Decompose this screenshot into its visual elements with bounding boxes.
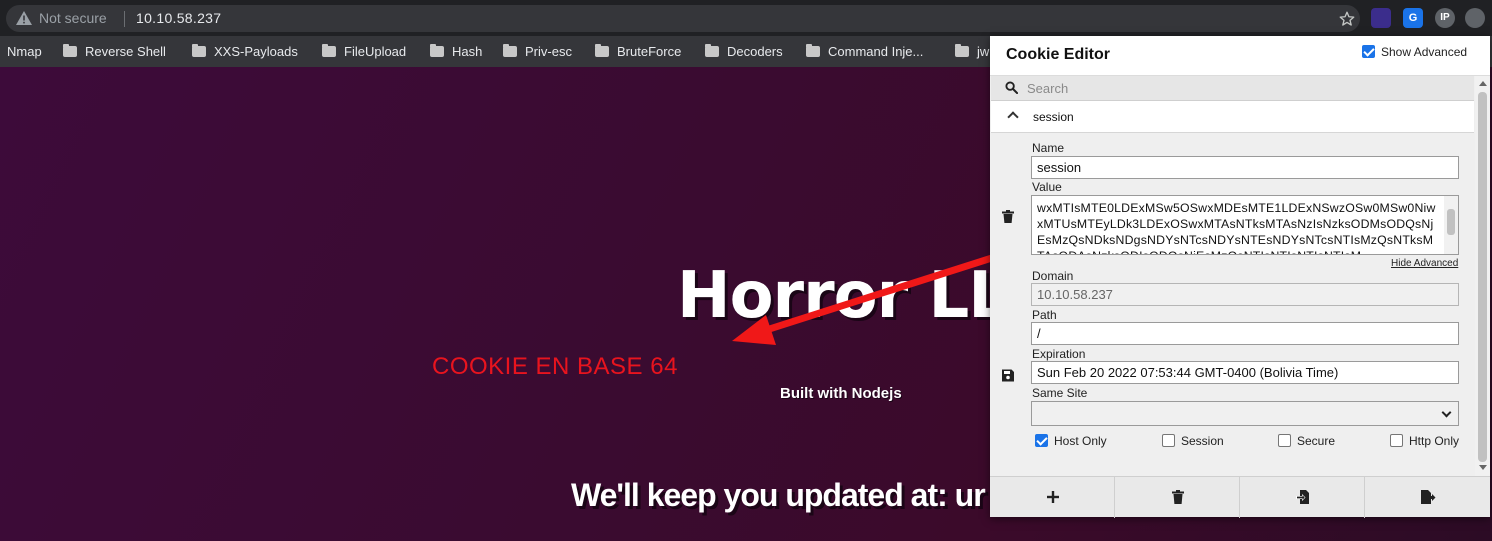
bookmark-label: Hash bbox=[452, 44, 483, 59]
translate-extension-icon[interactable]: G bbox=[1403, 8, 1423, 28]
secure-option[interactable]: Secure bbox=[1278, 434, 1335, 448]
value-scrollbar-thumb[interactable] bbox=[1447, 209, 1455, 235]
bookmark-label: Priv-esc bbox=[525, 44, 572, 59]
session-option[interactable]: Session bbox=[1162, 434, 1224, 448]
bookmark-star-icon[interactable] bbox=[1338, 10, 1356, 28]
hide-advanced-link[interactable]: Hide Advanced bbox=[1391, 258, 1458, 269]
host-only-option[interactable]: Host Only bbox=[1035, 434, 1107, 448]
bookmark-label: XXS-Payloads bbox=[214, 44, 298, 59]
folder-icon bbox=[503, 44, 517, 57]
bookmark-label: Command Inje... bbox=[828, 44, 924, 59]
domain-input[interactable]: 10.10.58.237 bbox=[1031, 283, 1459, 306]
bookmark-label: jw bbox=[977, 44, 990, 59]
bookmark-label: Nmap bbox=[7, 44, 42, 59]
bookmark-folder-decoders[interactable]: Decoders bbox=[705, 44, 783, 59]
import-button[interactable] bbox=[1240, 477, 1365, 518]
bookmark-folder-xxs-payloads[interactable]: XXS-Payloads bbox=[192, 44, 298, 59]
session-checkbox[interactable] bbox=[1162, 434, 1175, 447]
cookie-extension-icon[interactable] bbox=[1465, 8, 1485, 28]
name-input[interactable]: session bbox=[1031, 156, 1459, 179]
path-label: Path bbox=[1032, 308, 1057, 322]
bookmark-nmap[interactable]: Nmap bbox=[7, 44, 42, 59]
popup-scrollbar[interactable] bbox=[1475, 76, 1490, 476]
popup-footer bbox=[990, 476, 1490, 518]
trash-icon bbox=[1172, 490, 1184, 504]
host-only-label: Host Only bbox=[1054, 434, 1107, 448]
bookmark-folder-command-injection[interactable]: Command Inje... bbox=[806, 44, 923, 59]
same-site-select[interactable] bbox=[1031, 401, 1459, 426]
cookie-editor-popup: Cookie Editor Show Advanced session Name… bbox=[990, 36, 1490, 518]
folder-icon bbox=[192, 44, 206, 57]
folder-icon bbox=[595, 44, 609, 57]
http-only-checkbox[interactable] bbox=[1390, 434, 1403, 447]
url-separator bbox=[124, 11, 125, 27]
folder-icon bbox=[806, 44, 820, 57]
bookmark-folder-jwt[interactable]: jw bbox=[955, 44, 989, 59]
folder-icon bbox=[430, 44, 444, 57]
show-advanced-checkbox[interactable] bbox=[1362, 45, 1375, 58]
ip-extension-icon[interactable]: IP bbox=[1435, 8, 1455, 28]
bookmark-label: FileUpload bbox=[344, 44, 407, 59]
folder-icon bbox=[322, 44, 336, 57]
scroll-up-arrow-icon[interactable] bbox=[1479, 81, 1487, 86]
http-only-label: Http Only bbox=[1409, 434, 1460, 448]
domain-label: Domain bbox=[1032, 269, 1074, 283]
host-only-checkbox[interactable] bbox=[1035, 434, 1048, 447]
chevron-down-icon bbox=[1441, 407, 1452, 418]
session-label: Session bbox=[1181, 434, 1224, 448]
security-status[interactable]: Not secure bbox=[39, 10, 107, 26]
update-heading: We'll keep you updated at: ur bbox=[571, 477, 986, 513]
bookmark-label: BruteForce bbox=[617, 44, 682, 59]
file-import-icon bbox=[1296, 490, 1309, 504]
save-cookie-icon[interactable] bbox=[1002, 369, 1014, 382]
delete-cookie-icon[interactable] bbox=[1002, 210, 1014, 223]
secure-label: Secure bbox=[1297, 434, 1336, 448]
bookmark-label: Reverse Shell bbox=[85, 44, 166, 59]
value-label: Value bbox=[1032, 180, 1062, 194]
value-textarea[interactable]: wxMTIsMTE0LDExMSw5OSwxMDEsMTE1LDExNSwzOS… bbox=[1031, 195, 1459, 255]
expiration-input[interactable]: Sun Feb 20 2022 07:53:44 GMT-0400 (Boliv… bbox=[1031, 361, 1459, 384]
url-text[interactable]: 10.10.58.237 bbox=[136, 10, 221, 26]
chevron-up-icon[interactable] bbox=[1007, 111, 1019, 123]
plus-icon bbox=[1047, 491, 1059, 503]
extension-purple-icon[interactable] bbox=[1371, 8, 1391, 28]
path-input[interactable]: / bbox=[1031, 322, 1459, 345]
popup-title: Cookie Editor bbox=[1006, 46, 1111, 63]
secure-checkbox[interactable] bbox=[1278, 434, 1291, 447]
bookmark-folder-fileupload[interactable]: FileUpload bbox=[322, 44, 406, 59]
bookmark-folder-reverse-shell[interactable]: Reverse Shell bbox=[63, 44, 166, 59]
search-icon bbox=[1005, 81, 1018, 94]
bookmark-label: Decoders bbox=[727, 44, 783, 59]
cookie-header-session[interactable]: session bbox=[991, 101, 1474, 133]
search-input[interactable] bbox=[1027, 78, 1457, 98]
add-cookie-button[interactable] bbox=[990, 477, 1115, 518]
file-export-icon bbox=[1421, 490, 1436, 504]
http-only-option[interactable]: Http Only bbox=[1390, 434, 1459, 448]
delete-all-button[interactable] bbox=[1115, 477, 1240, 518]
search-bar bbox=[991, 76, 1474, 101]
annotation-text: COOKIE EN BASE 64 bbox=[432, 353, 678, 380]
browser-toolbar: Not secure 10.10.58.237 G IP bbox=[0, 0, 1492, 36]
export-button[interactable] bbox=[1365, 477, 1490, 518]
name-label: Name bbox=[1032, 141, 1065, 155]
built-with-text: Built with Nodejs bbox=[780, 385, 902, 402]
bookmark-folder-hash[interactable]: Hash bbox=[430, 44, 482, 59]
folder-icon bbox=[63, 44, 77, 57]
folder-icon bbox=[955, 44, 969, 57]
bookmark-folder-bruteforce[interactable]: BruteForce bbox=[595, 44, 681, 59]
warning-icon[interactable] bbox=[16, 11, 32, 25]
folder-icon bbox=[705, 44, 719, 57]
value-scrollbar[interactable] bbox=[1444, 196, 1458, 254]
show-advanced-label: Show Advanced bbox=[1381, 45, 1468, 59]
popup-scrollbar-thumb[interactable] bbox=[1478, 92, 1487, 462]
annotation-arrow bbox=[732, 245, 1024, 345]
cookie-name-label: session bbox=[1033, 110, 1074, 124]
popup-header: Cookie Editor Show Advanced bbox=[990, 36, 1490, 76]
address-bar[interactable]: Not secure 10.10.58.237 bbox=[6, 5, 1360, 32]
show-advanced-toggle[interactable]: Show Advanced bbox=[1362, 45, 1467, 59]
scroll-down-arrow-icon[interactable] bbox=[1479, 465, 1487, 470]
same-site-label: Same Site bbox=[1032, 386, 1088, 400]
bookmark-folder-priv-esc[interactable]: Priv-esc bbox=[503, 44, 572, 59]
expiration-label: Expiration bbox=[1032, 347, 1086, 361]
